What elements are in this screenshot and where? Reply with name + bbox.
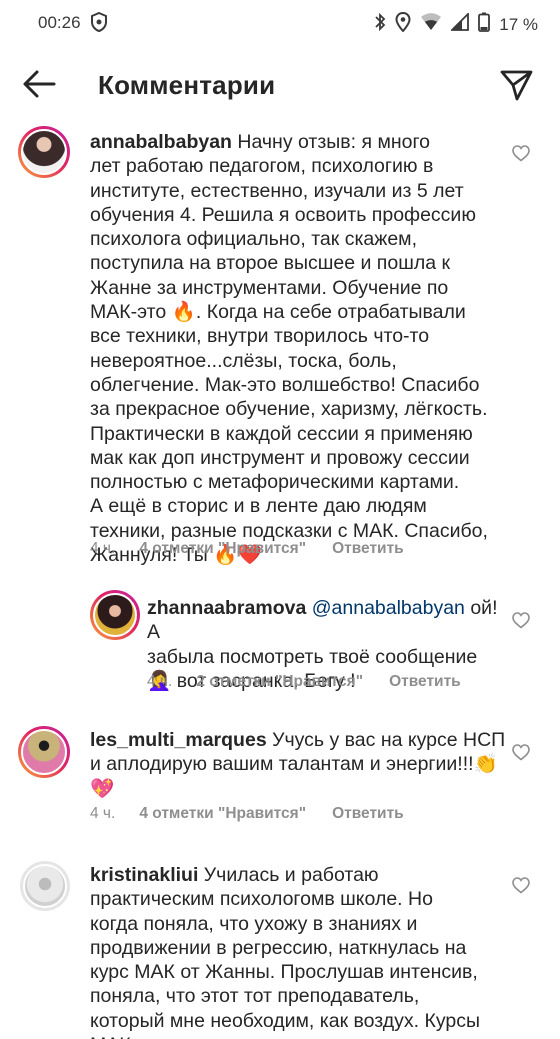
paper-plane-icon (500, 70, 533, 101)
arrow-left-icon (23, 70, 56, 98)
comment-likes[interactable]: 4 отметки "Нравится" (139, 540, 306, 558)
like-heart-icon[interactable] (512, 877, 530, 894)
status-icons: 17 % (374, 11, 538, 37)
shield-icon (90, 11, 108, 37)
battery-icon (478, 12, 491, 37)
comment-item: kristinakliui Училась и работаю практиче… (0, 855, 560, 1039)
like-heart-icon[interactable] (512, 612, 530, 629)
comment-body: annabalbabyan Начну отзыв: я много лет р… (90, 130, 510, 567)
comment-body: kristinakliui Училась и работаю практиче… (90, 863, 510, 1039)
avatar[interactable] (90, 590, 140, 640)
avatar[interactable] (18, 726, 70, 778)
comment-meta: 4 ч. 4 отметки "Нравится" Ответить (90, 540, 404, 558)
comment-username[interactable]: kristinakliui (90, 864, 198, 886)
comment-item: annabalbabyan Начну отзыв: я много лет р… (0, 120, 560, 580)
reply-button[interactable]: Ответить (332, 540, 404, 558)
avatar[interactable] (18, 126, 70, 178)
comment-item: zhannaabramova @annabalbabyan ой! А забы… (0, 590, 560, 700)
comment-username[interactable]: annabalbabyan (90, 131, 232, 153)
status-time: 00:26 (38, 13, 81, 32)
reply-button[interactable]: Ответить (332, 805, 404, 823)
comment-likes[interactable]: 4 отметки "Нравится" (139, 805, 306, 823)
bluetooth-icon (374, 12, 386, 37)
comment-likes[interactable]: 2 отметки "Нравится" (196, 673, 363, 691)
comment-username[interactable]: les_multi_marques (90, 729, 267, 751)
comment-item: les_multi_marques Учусь у вас на курсе Н… (0, 720, 560, 840)
status-bar: 00:26 17 % (0, 0, 560, 48)
location-icon (395, 11, 411, 37)
comment-body: les_multi_marques Учусь у вас на курсе Н… (90, 728, 510, 801)
signal-icon (450, 11, 470, 36)
like-heart-icon[interactable] (512, 145, 530, 162)
comment-time: 4 ч. (90, 805, 116, 822)
comment-text: Начну отзыв: я много лет работаю педагог… (90, 131, 488, 567)
header-bar: Комментарии (0, 48, 560, 120)
share-button[interactable] (500, 68, 534, 102)
comment-mention[interactable]: @annabalbabyan (312, 597, 465, 619)
comment-text: Училась и работаю практическим психолого… (90, 864, 481, 1039)
comment-meta: 4 ч. 2 отметки "Нравится" Ответить (147, 673, 461, 691)
comment-meta: 4 ч. 4 отметки "Нравится" Ответить (90, 805, 404, 823)
wifi-icon (420, 13, 442, 36)
comment-username[interactable]: zhannaabramova (147, 597, 306, 619)
avatar[interactable] (20, 861, 70, 911)
page-title: Комментарии (98, 70, 276, 100)
comment-time: 4 ч. (147, 673, 173, 690)
comment-time: 4 ч. (90, 540, 116, 557)
like-heart-icon[interactable] (512, 744, 530, 761)
back-button[interactable] (22, 68, 56, 100)
reply-button[interactable]: Ответить (389, 673, 461, 691)
battery-level: 17 % (499, 14, 538, 34)
